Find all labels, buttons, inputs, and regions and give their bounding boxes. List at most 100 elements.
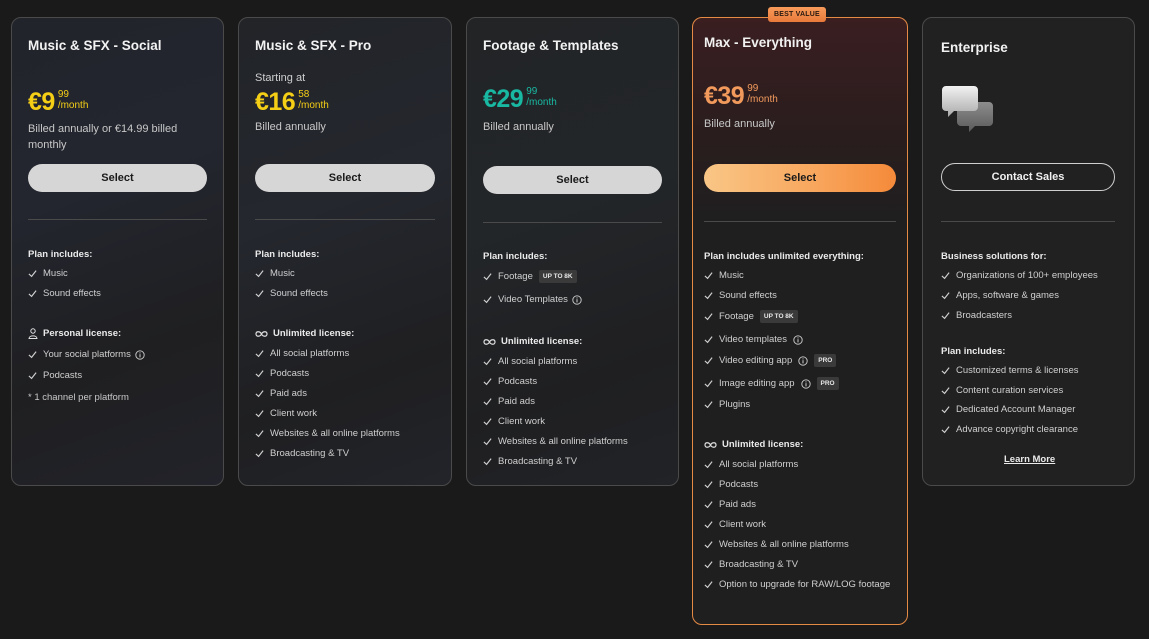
list-item: Paid ads <box>255 388 307 399</box>
plan-title: Max - Everything <box>704 35 813 50</box>
check-icon <box>483 438 492 446</box>
price-cents: 99 <box>747 83 759 94</box>
list-item: Your social platforms <box>28 349 145 360</box>
list-item: Client work <box>255 408 317 419</box>
check-icon <box>483 273 492 281</box>
plan-price: €9 99 /month <box>28 88 88 116</box>
select-button[interactable]: Select <box>255 164 435 192</box>
resolution-badge: UP TO 8K <box>538 270 577 283</box>
list-item: Customized terms & licenses <box>941 365 1078 376</box>
divider <box>483 222 662 223</box>
plan-title: Footage & Templates <box>483 38 619 53</box>
pro-badge: PRO <box>814 354 837 367</box>
list-item: All social platforms <box>704 459 798 470</box>
select-button[interactable]: Select <box>704 164 896 192</box>
plan-title: Music & SFX - Pro <box>255 38 372 53</box>
list-item: Plugins <box>704 399 750 410</box>
check-icon <box>704 272 713 280</box>
plan-price: €29 99 /month <box>483 85 557 113</box>
includes-heading: Plan includes: <box>28 249 93 260</box>
includes-heading: Plan includes: <box>483 251 548 262</box>
check-icon <box>704 357 713 365</box>
divider <box>704 221 896 222</box>
list-item: Client work <box>483 416 545 427</box>
check-icon <box>255 450 264 458</box>
best-value-badge: BEST VALUE <box>768 7 826 22</box>
check-icon <box>28 372 37 380</box>
check-icon <box>255 350 264 358</box>
list-item: Dedicated Account Manager <box>941 404 1075 415</box>
check-icon <box>704 481 713 489</box>
check-icon <box>483 458 492 466</box>
select-button[interactable]: Select <box>483 166 662 194</box>
info-icon[interactable] <box>135 349 145 360</box>
check-icon <box>255 270 264 278</box>
check-icon <box>28 270 37 278</box>
chat-bubbles-icon <box>942 86 993 132</box>
contact-sales-button[interactable]: Contact Sales <box>941 163 1115 191</box>
list-item: Footage UP TO 8K <box>483 270 577 283</box>
list-item: Option to upgrade for RAW/LOG footage <box>704 579 890 590</box>
billing-note: Billed annually <box>704 118 775 130</box>
list-item: Footage UP TO 8K <box>704 310 798 323</box>
check-icon <box>28 351 37 359</box>
info-icon[interactable] <box>798 355 808 366</box>
includes-heading: Plan includes unlimited everything: <box>704 251 864 262</box>
infinity-icon <box>483 338 496 345</box>
learn-more-link[interactable]: Learn More <box>1004 454 1055 465</box>
plan-card-pro: Music & SFX - Pro Starting at €16 58 /mo… <box>238 17 452 486</box>
list-item: Broadcasting & TV <box>483 456 577 467</box>
price-period: /month <box>298 100 329 111</box>
check-icon <box>704 292 713 300</box>
list-item: Music <box>255 268 295 279</box>
divider <box>941 221 1115 222</box>
list-item: Video templates <box>704 334 803 345</box>
list-item: Advance copyright clearance <box>941 424 1078 435</box>
resolution-badge: UP TO 8K <box>759 310 798 323</box>
price-amount: €29 <box>483 85 524 113</box>
business-heading: Business solutions for: <box>941 251 1047 262</box>
list-item: Websites & all online platforms <box>483 436 628 447</box>
list-item: Websites & all online platforms <box>704 539 849 550</box>
starting-at-label: Starting at <box>255 72 306 84</box>
check-icon <box>255 290 264 298</box>
list-item: Video Templates <box>483 294 582 305</box>
check-icon <box>704 581 713 589</box>
check-icon <box>255 370 264 378</box>
billing-note: Billed annually <box>255 121 326 133</box>
includes-heading: Plan includes: <box>941 346 1006 357</box>
check-icon <box>941 387 950 395</box>
list-item: Websites & all online platforms <box>255 428 400 439</box>
list-item: Organizations of 100+ employees <box>941 270 1098 281</box>
check-icon <box>704 401 713 409</box>
list-item: All social platforms <box>255 348 349 359</box>
list-item: Image editing app PRO <box>704 377 839 390</box>
plan-title: Music & SFX - Social <box>28 38 162 53</box>
select-button[interactable]: Select <box>28 164 207 192</box>
price-cents: 99 <box>57 89 69 100</box>
price-amount: €9 <box>28 88 55 116</box>
plan-title: Enterprise <box>941 40 1008 55</box>
info-icon[interactable] <box>793 334 803 345</box>
license-heading: Unlimited license: <box>483 336 582 347</box>
check-icon <box>704 313 713 321</box>
list-item: All social platforms <box>483 356 577 367</box>
license-heading: Unlimited license: <box>704 439 803 450</box>
list-item: Apps, software & games <box>941 290 1059 301</box>
price-amount: €16 <box>255 88 296 116</box>
plan-card-social: Music & SFX - Social €9 99 /month Billed… <box>11 17 224 486</box>
info-icon[interactable] <box>800 378 811 389</box>
check-icon <box>941 272 950 280</box>
plan-card-enterprise: Enterprise Contact Sales Business soluti… <box>922 17 1135 486</box>
list-item: Podcasts <box>483 376 537 387</box>
list-item: Video editing app PRO <box>704 354 837 367</box>
infinity-icon <box>704 441 717 448</box>
info-icon[interactable] <box>572 294 582 305</box>
user-icon <box>28 328 38 339</box>
license-heading: Unlimited license: <box>255 328 354 339</box>
billing-note: Billed annually or €14.99 billed monthly <box>28 123 178 151</box>
footnote: * 1 channel per platform <box>28 392 129 403</box>
list-item: Broadcasting & TV <box>704 559 798 570</box>
check-icon <box>704 461 713 469</box>
check-icon <box>941 312 950 320</box>
